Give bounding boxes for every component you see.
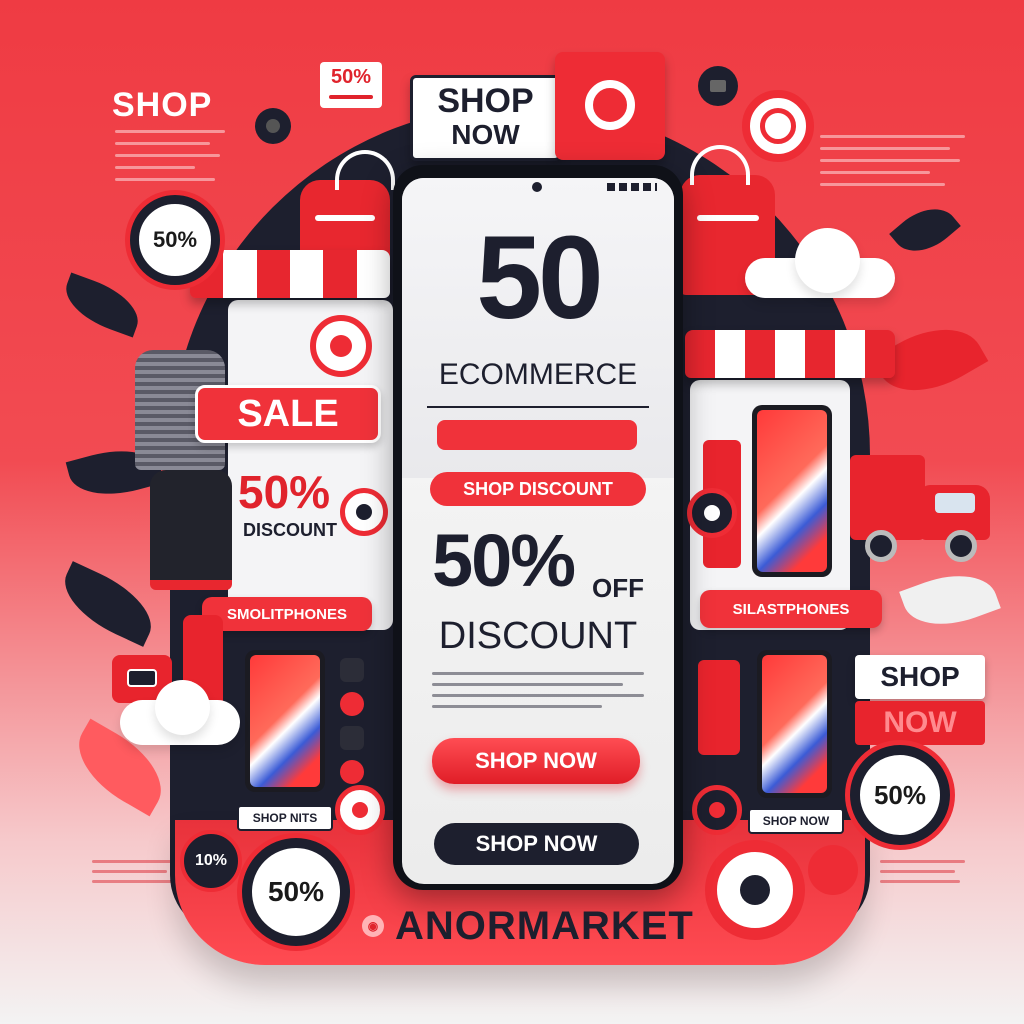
black-jacket (150, 470, 232, 590)
cloud-decoration-left-top (155, 680, 210, 735)
shop-corner-label: SHOP (112, 86, 213, 124)
percent-corner-tag: 50% (320, 62, 382, 108)
percent-corner-text: 50% (330, 66, 372, 88)
shop-now-top-line2: NOW (451, 119, 520, 150)
left-panel-percent: 50% (238, 466, 331, 518)
discount-badge-right[interactable]: 50% (850, 745, 950, 845)
lock-icon (255, 108, 291, 144)
discount-badge-bottom[interactable]: 50% (242, 838, 350, 946)
camera-dot-icon (532, 182, 542, 192)
discount-badge-small[interactable]: 10% (180, 830, 242, 892)
leaf-decoration-right-3 (899, 561, 1001, 639)
record-button-left[interactable] (310, 315, 372, 377)
red-sticker (808, 845, 858, 895)
right-category-text: SILASTPHONES (732, 600, 850, 618)
record-button-bottom-right[interactable] (705, 840, 805, 940)
record-button-right-2[interactable] (692, 785, 742, 835)
leaf-decoration-left-3 (52, 561, 164, 647)
left-app-icons (340, 658, 380, 798)
hero-subtitle: ECOMMERCE (438, 358, 638, 391)
smartphone-screen: 50 ECOMMERCE SHOP DISCOUNT 50% OFF DISCO… (402, 178, 674, 884)
record-button-right[interactable] (687, 488, 737, 538)
hero-divider (427, 406, 649, 408)
right-category-label[interactable]: SILASTPHONES (700, 590, 882, 628)
red-gift-box (698, 660, 740, 755)
right-shop-caption-box[interactable]: SHOP NOW (748, 808, 844, 834)
offer-discount: DISCOUNT (438, 615, 638, 657)
right-awning (685, 330, 895, 378)
shop-now-right-line1: SHOP (880, 661, 960, 692)
camera-box-icon (555, 52, 665, 160)
left-shop-caption-box[interactable]: SHOP NITS (237, 805, 333, 831)
target-icon (742, 90, 814, 162)
right-display-phone (752, 405, 832, 577)
right-shop-caption: SHOP NOW (762, 814, 830, 828)
shop-now-top-line1: SHOP (437, 82, 534, 120)
left-category-text: SMOLITPHONES (226, 605, 347, 623)
brand-name: ANORMARKET (395, 904, 694, 948)
record-button-left-3[interactable] (335, 785, 385, 835)
shop-now-top-sign[interactable]: SHOP NOW (410, 75, 561, 161)
discount-badge-left[interactable]: 50% (130, 195, 220, 285)
status-dots-icon (607, 183, 657, 191)
shop-now-primary-text: SHOP NOW (475, 748, 597, 773)
shop-now-secondary-text: SHOP NOW (475, 831, 598, 856)
offer-percent: 50% (432, 519, 576, 602)
record-button-left-2[interactable] (340, 488, 388, 536)
background-text-right (820, 135, 970, 215)
discount-badge-left-text: 50% (152, 227, 198, 252)
offer-off: OFF (592, 573, 644, 603)
discount-badge-small-text: 10% (194, 852, 228, 869)
hero-red-bar (437, 420, 637, 450)
shop-now-primary-button[interactable]: SHOP NOW (432, 738, 640, 784)
discount-badge-bottom-text: 50% (267, 876, 325, 907)
delivery-truck-icon (850, 445, 990, 570)
left-category-label[interactable]: SMOLITPHONES (202, 597, 372, 631)
brand-logo-icon: ◉ (362, 915, 384, 937)
shop-discount-text: SHOP DISCOUNT (463, 479, 613, 499)
background-text-bottom-right (880, 860, 970, 890)
left-awning (190, 250, 390, 298)
background-text-bottom-left (92, 860, 182, 890)
shop-now-right-sign[interactable]: SHOP NOW (855, 655, 985, 745)
sale-sign[interactable]: SALE (195, 385, 381, 443)
shop-discount-pill[interactable]: SHOP DISCOUNT (430, 472, 646, 506)
hanger-icon-right (690, 145, 750, 185)
leaf-decoration-left (57, 272, 147, 338)
cloud-decoration-right-top (795, 228, 860, 293)
left-shop-caption: SHOP NITS (252, 811, 318, 825)
shop-now-right-line2: NOW (883, 706, 957, 739)
bag-icon (698, 66, 738, 106)
left-mini-phone (245, 650, 325, 792)
left-panel-discount: DISCOUNT (243, 520, 337, 540)
sale-text: SALE (237, 392, 339, 435)
offer-fine-print (432, 672, 644, 712)
discount-badge-right-text: 50% (873, 779, 927, 810)
right-mini-phone (757, 650, 832, 798)
hero-big-number: 50 (476, 212, 603, 344)
shop-now-secondary-button[interactable]: SHOP NOW (434, 823, 639, 865)
